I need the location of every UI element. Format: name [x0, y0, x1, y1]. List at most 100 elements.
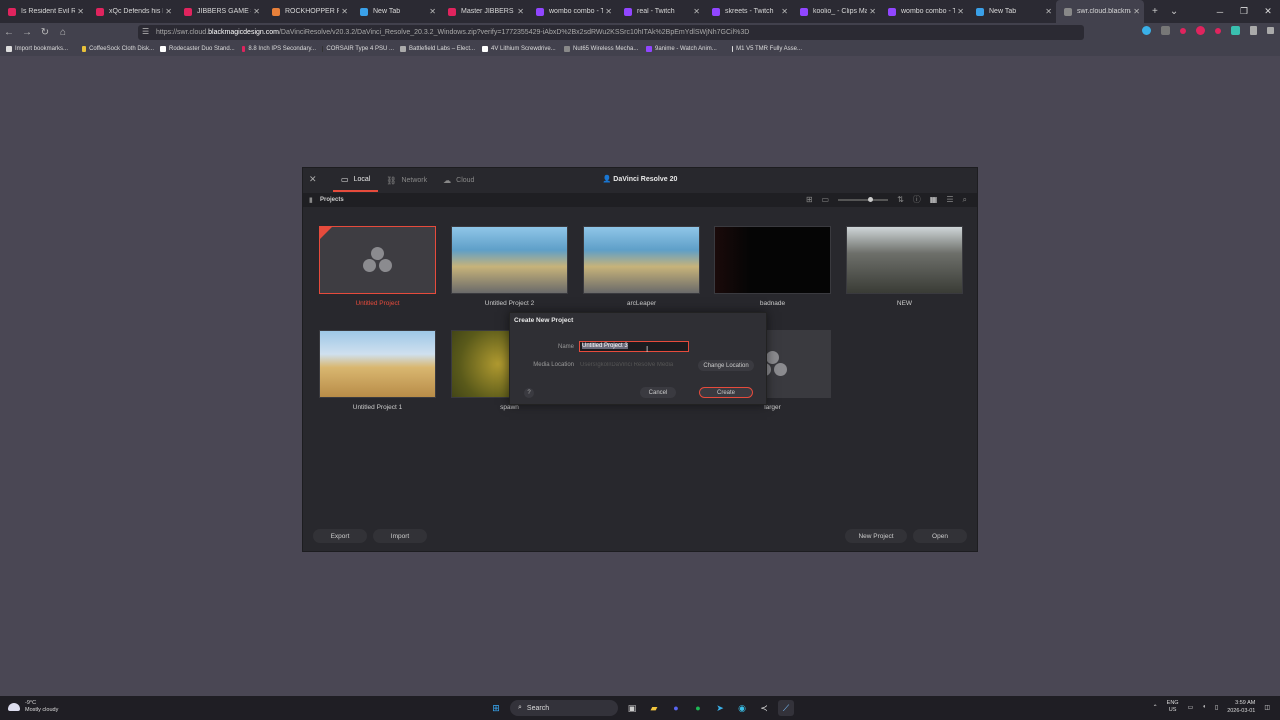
bookmark-item[interactable]: Battlefield Labs – Elect...	[400, 46, 476, 52]
bookmark-item[interactable]: M1 V5 TMR Fully Asse...	[732, 46, 802, 52]
close-tab-icon[interactable]: ✕	[1045, 7, 1052, 16]
close-tab-icon[interactable]: ✕	[605, 7, 612, 16]
browser-tab[interactable]: xQc Defends his Bask✕	[88, 0, 176, 23]
list-view-icon[interactable]: ☰	[946, 195, 953, 204]
browser-tab[interactable]: skreets - Twitch ✕	[704, 0, 792, 23]
info-icon[interactable]: ⓘ	[913, 194, 921, 205]
minimize-icon[interactable]: ─	[1208, 7, 1232, 17]
close-window-icon[interactable]: ✕	[1256, 6, 1280, 17]
chevron-down-icon[interactable]: ⌄	[1170, 6, 1178, 17]
bookmark-item[interactable]: Rodecaster Duo Stand...	[160, 46, 236, 52]
notification-icon[interactable]: ◫	[1264, 704, 1270, 711]
spotify-icon[interactable]: ●	[690, 700, 706, 716]
extension-icon[interactable]	[1215, 27, 1221, 34]
browser-tab[interactable]: Is Resident Evil Requi✕	[0, 0, 88, 23]
close-tab-icon[interactable]: ✕	[429, 7, 436, 16]
speaker-icon[interactable]	[1250, 26, 1257, 35]
display-icon[interactable]: ▭	[1188, 704, 1194, 711]
taskbar-search[interactable]: ⌕ Search	[510, 700, 618, 716]
create-button[interactable]: Create	[699, 387, 753, 398]
project-thumbnail[interactable]	[714, 226, 831, 294]
extension-icon[interactable]	[1231, 26, 1240, 35]
extension-icon[interactable]	[1180, 27, 1186, 34]
bookmark-item[interactable]: Nut65 Wireless Mecha...	[564, 46, 640, 52]
browser-tab[interactable]: real - Twitch ✕	[616, 0, 704, 23]
project-thumbnail[interactable]	[846, 226, 963, 294]
close-tab-icon[interactable]: ✕	[781, 7, 788, 16]
close-tab-icon[interactable]: ✕	[869, 7, 876, 16]
close-tab-icon[interactable]: ✕	[165, 7, 172, 16]
export-button[interactable]: Export	[313, 529, 367, 543]
bookmark-item[interactable]: 8.8 Inch IPS Secondary...	[242, 46, 316, 52]
project-name-input[interactable]: Untitled Project 3	[579, 341, 689, 352]
close-tab-icon[interactable]: ✕	[253, 7, 260, 16]
sidebar-toggle-icon[interactable]: ▮	[309, 196, 313, 204]
forward-icon[interactable]: →	[18, 27, 36, 38]
project-thumbnail[interactable]	[319, 226, 436, 294]
browser-tab[interactable]: JIBBERS GAME #skiing✕	[176, 0, 264, 23]
folder-view-icon[interactable]: ▭	[822, 195, 830, 204]
close-tab-icon[interactable]: ✕	[957, 7, 964, 16]
open-button[interactable]: Open	[913, 529, 967, 543]
project-thumbnail[interactable]	[319, 330, 436, 398]
menu-icon[interactable]	[1267, 27, 1274, 34]
browser-tab[interactable]: koolio_ - Clips Manag✕	[792, 0, 880, 23]
page-info-icon[interactable]: ☰	[142, 27, 149, 36]
puzzle-icon[interactable]	[1161, 26, 1170, 35]
windows-start-icon[interactable]: ⊞	[488, 700, 504, 716]
weather-widget[interactable]: -9°C Mostly cloudy	[8, 700, 58, 714]
browser-tab[interactable]: New Tab ✕	[968, 0, 1056, 23]
bookmark-item[interactable]: CoffeeSock Cloth Disk...	[82, 46, 154, 52]
task-view-icon[interactable]: ▣	[624, 700, 640, 716]
import-button[interactable]: Import	[373, 529, 427, 543]
new-project-button[interactable]: New Project	[845, 529, 907, 543]
back-icon[interactable]: ←	[0, 27, 18, 38]
close-tab-icon[interactable]: ✕	[693, 7, 700, 16]
grid-view-icon[interactable]: ▦	[930, 195, 938, 204]
new-tab-icon[interactable]: +	[1152, 6, 1158, 17]
bookmark-item[interactable]: 9anime - Watch Anim...	[646, 46, 726, 52]
new-folder-icon[interactable]: ⊞	[806, 195, 813, 204]
change-location-button[interactable]: Change Location	[698, 360, 754, 371]
bookmark-item[interactable]: 4V Lithium Screwdrive...	[482, 46, 558, 52]
browser-tab[interactable]: swr.cloud.blackmagicdesi✕	[1056, 0, 1144, 23]
project-thumbnail[interactable]	[451, 226, 568, 294]
cancel-button[interactable]: Cancel	[640, 387, 676, 398]
language-indicator[interactable]: ENG US	[1167, 700, 1179, 714]
home-icon[interactable]: ⌂	[54, 27, 72, 38]
speaker-icon[interactable]: ◖	[1202, 704, 1206, 710]
project-thumbnail[interactable]	[583, 226, 700, 294]
app-icon[interactable]: ➤	[712, 700, 728, 716]
discord-icon[interactable]: ●	[668, 700, 684, 716]
address-bar[interactable]: ☰ https://swr.cloud. blackmagicdesign.com…	[138, 25, 1084, 40]
extension-icon[interactable]	[1142, 26, 1151, 35]
bookmark-item[interactable]: CORSAIR Type 4 PSU ...	[322, 46, 394, 52]
browser-tab[interactable]: ROCKHOPPER PENGU✕	[264, 0, 352, 23]
help-icon[interactable]: ?	[524, 388, 534, 398]
reload-icon[interactable]: ↻	[36, 27, 54, 38]
browser-tab[interactable]: Master JIBBERS Fast✕	[440, 0, 528, 23]
browser-icon[interactable]: ◉	[734, 700, 750, 716]
favicon-icon	[536, 7, 544, 16]
bookmark-item[interactable]: Import bookmarks...	[6, 46, 76, 52]
file-explorer-icon[interactable]: ▰	[646, 700, 662, 716]
search-icon[interactable]: ⌕	[963, 195, 967, 205]
clock[interactable]: 3:59 AM 2026-03-01	[1227, 699, 1255, 715]
app-icon[interactable]: ≺	[756, 700, 772, 716]
thumbnail-size-slider[interactable]	[838, 196, 889, 202]
browser-tab[interactable]: New Tab ✕	[352, 0, 440, 23]
browser-tab[interactable]: wombo combo - Twit✕	[880, 0, 968, 23]
browser-tab[interactable]: wombo combo - Twitc✕	[528, 0, 616, 23]
extension-icon[interactable]	[1196, 26, 1205, 35]
sort-icon[interactable]: ⇅	[897, 195, 904, 204]
project-name: spawn	[500, 404, 519, 411]
browser-tab-title: wombo combo - Twitc	[549, 8, 604, 15]
maximize-icon[interactable]: ❐	[1232, 6, 1256, 17]
close-tab-icon[interactable]: ✕	[517, 7, 524, 16]
close-tab-icon[interactable]: ✕	[1133, 7, 1140, 16]
close-tab-icon[interactable]: ✕	[341, 7, 348, 16]
battery-icon[interactable]: ▯	[1215, 704, 1218, 711]
close-tab-icon[interactable]: ✕	[77, 7, 84, 16]
chevron-up-icon[interactable]: ⌃	[1153, 704, 1158, 711]
davinci-resolve-icon[interactable]: ⟋	[778, 700, 794, 716]
